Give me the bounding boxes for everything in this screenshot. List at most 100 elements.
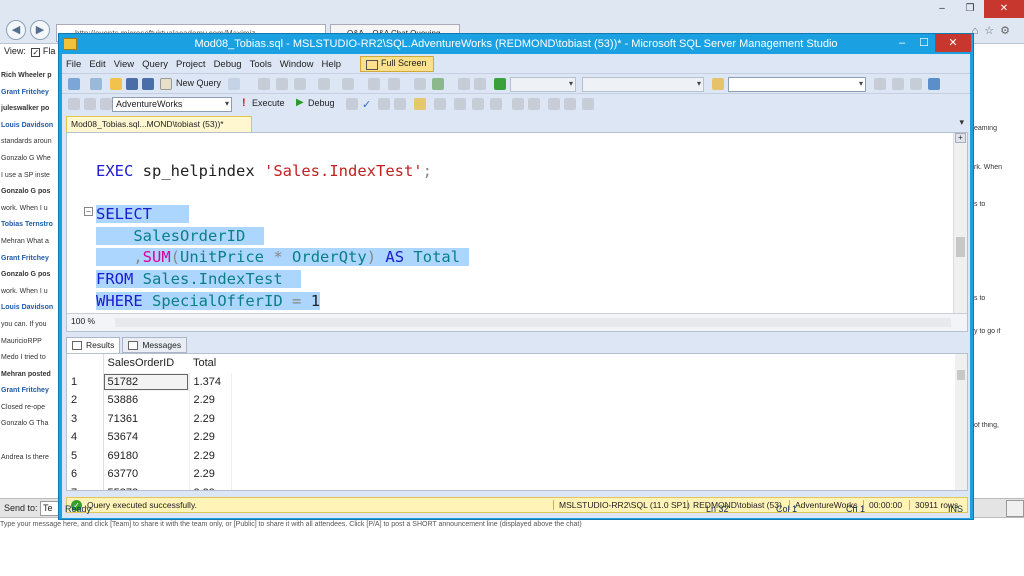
cell-total[interactable]: 1.374 xyxy=(189,372,232,391)
cell-total[interactable]: 2.29 xyxy=(189,483,232,490)
properties-icon[interactable] xyxy=(892,78,904,90)
row-number[interactable]: 1 xyxy=(67,372,104,391)
solution-config-dropdown[interactable] xyxy=(510,77,576,92)
menu-help[interactable]: Help xyxy=(318,59,346,70)
table-row[interactable]: 2 53886 2.29 xyxy=(67,391,232,410)
include-plan-icon[interactable] xyxy=(414,98,426,110)
send-button[interactable] xyxy=(1006,500,1024,517)
debug-play-icon[interactable]: ▶ xyxy=(296,97,304,108)
navigate-back-icon[interactable] xyxy=(368,78,380,90)
redo-icon[interactable] xyxy=(342,78,354,90)
uncomment-icon[interactable] xyxy=(528,98,540,110)
row-number[interactable]: 7 xyxy=(67,483,104,490)
save-all-icon[interactable] xyxy=(142,78,154,90)
cell-total[interactable]: 2.29 xyxy=(189,465,232,484)
disconnect-icon[interactable] xyxy=(84,98,96,110)
attach-icon[interactable] xyxy=(432,78,444,90)
new-query-button[interactable]: New Query xyxy=(176,78,221,88)
table-row[interactable]: 3 71361 2.29 xyxy=(67,409,232,428)
zoom-dropdown[interactable]: 100 % xyxy=(69,316,111,329)
row-number[interactable]: 6 xyxy=(67,465,104,484)
database-dropdown[interactable]: AdventureWorks xyxy=(112,97,232,112)
column-header[interactable]: SalesOrderID xyxy=(103,354,189,373)
scroll-thumb[interactable] xyxy=(956,237,965,257)
row-number[interactable]: 2 xyxy=(67,391,104,410)
connect-icon[interactable] xyxy=(68,98,80,110)
estimated-plan-icon[interactable] xyxy=(378,98,390,110)
results-to-text-icon[interactable] xyxy=(454,98,466,110)
new-project-icon[interactable] xyxy=(90,78,102,90)
copy-icon[interactable] xyxy=(276,78,288,90)
cancel-query-icon[interactable] xyxy=(346,98,358,110)
solution-explorer-icon[interactable] xyxy=(874,78,886,90)
scroll-thumb[interactable] xyxy=(957,370,965,380)
find-in-files-icon[interactable] xyxy=(712,78,724,90)
maximize-icon[interactable]: ☐ xyxy=(913,34,935,52)
platform-dropdown[interactable] xyxy=(582,77,704,92)
paste-icon[interactable] xyxy=(294,78,306,90)
table-row[interactable]: 5 69180 2.29 xyxy=(67,446,232,465)
change-connection-icon[interactable] xyxy=(100,98,112,110)
cell-salesorderid[interactable]: 51782 xyxy=(103,372,190,391)
star-icon[interactable]: ☆ xyxy=(984,25,1000,37)
minimize-icon[interactable]: – xyxy=(928,0,956,18)
tab-messages[interactable]: Messages xyxy=(122,337,188,353)
menu-query[interactable]: Query xyxy=(138,59,172,70)
cell-salesorderid[interactable]: 63770 xyxy=(103,465,190,484)
open-folder-icon[interactable] xyxy=(110,78,122,90)
back-icon[interactable] xyxy=(68,78,80,90)
table-row[interactable]: 6 63770 2.29 xyxy=(67,465,232,484)
flag-checkbox[interactable]: ✓ xyxy=(31,48,41,57)
client-stats-icon[interactable] xyxy=(434,98,446,110)
menu-debug[interactable]: Debug xyxy=(210,59,246,70)
cell-total[interactable]: 2.29 xyxy=(189,446,232,465)
forward-icon[interactable]: ▶ xyxy=(30,20,50,40)
query-editor[interactable]: − EXEC sp_helpindex 'Sales.IndexTest'; S… xyxy=(66,132,968,332)
step-icon[interactable] xyxy=(474,78,486,90)
editor-hscroll[interactable] xyxy=(115,318,951,327)
cell-salesorderid[interactable]: 71361 xyxy=(103,409,190,428)
find-icon[interactable] xyxy=(414,78,426,90)
row-number[interactable]: 5 xyxy=(67,446,104,465)
tab-dropdown-icon[interactable]: ▾ xyxy=(959,117,964,128)
specify-values-icon[interactable] xyxy=(582,98,594,110)
cell-total[interactable]: 2.29 xyxy=(189,409,232,428)
cell-total[interactable]: 2.29 xyxy=(189,428,232,447)
restore-icon[interactable]: ❐ xyxy=(956,0,984,18)
code-area[interactable]: EXEC sp_helpindex 'Sales.IndexTest'; SEL… xyxy=(96,139,956,313)
back-icon[interactable]: ◀ xyxy=(6,20,26,40)
cell-total[interactable]: 2.29 xyxy=(189,391,232,410)
undo-icon[interactable] xyxy=(318,78,330,90)
save-icon[interactable] xyxy=(126,78,138,90)
row-number[interactable]: 3 xyxy=(67,409,104,428)
execute-button[interactable]: Execute xyxy=(252,98,285,108)
menu-file[interactable]: File xyxy=(62,59,85,70)
execute-icon[interactable]: ! xyxy=(242,97,246,109)
results-to-file-icon[interactable] xyxy=(490,98,502,110)
parse-icon[interactable]: ✓ xyxy=(362,98,374,111)
menu-tools[interactable]: Tools xyxy=(246,59,276,70)
cell-salesorderid[interactable]: 55878 xyxy=(103,483,190,490)
increase-indent-icon[interactable] xyxy=(564,98,576,110)
results-vscroll[interactable] xyxy=(955,354,967,490)
find-dropdown[interactable] xyxy=(728,77,866,92)
results-to-grid-icon[interactable] xyxy=(472,98,484,110)
decrease-indent-icon[interactable] xyxy=(548,98,560,110)
column-header[interactable]: Total xyxy=(189,354,231,373)
comment-icon[interactable] xyxy=(512,98,524,110)
document-tab[interactable]: Mod08_Tobias.sql...MOND\tobiast (53))* xyxy=(66,116,252,132)
full-screen-button[interactable]: Full Screen xyxy=(360,56,434,72)
tab-results[interactable]: Results xyxy=(66,337,121,353)
cut-icon[interactable] xyxy=(258,78,270,90)
menu-edit[interactable]: Edit xyxy=(85,59,109,70)
gear-icon[interactable]: ⚙ xyxy=(1000,25,1016,37)
menu-window[interactable]: Window xyxy=(276,59,318,70)
cell-salesorderid[interactable]: 53674 xyxy=(103,428,190,447)
debug-target-icon[interactable] xyxy=(458,78,470,90)
new-query-icon[interactable] xyxy=(160,78,172,90)
start-icon[interactable] xyxy=(494,78,506,90)
send-to-select[interactable]: Te xyxy=(40,501,60,516)
menu-view[interactable]: View xyxy=(110,59,138,70)
database-icon[interactable] xyxy=(228,78,240,90)
close-icon[interactable]: ✕ xyxy=(984,0,1024,18)
